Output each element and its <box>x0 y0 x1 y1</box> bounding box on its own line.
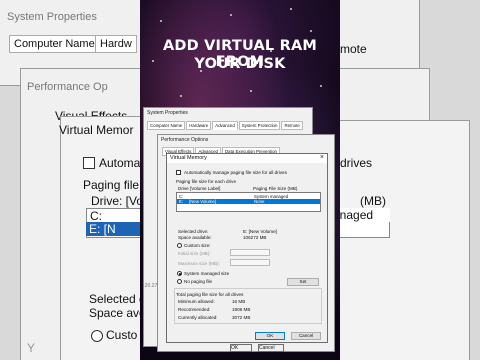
auto-manage-label: Automatically manage paging file size fo… <box>184 170 287 175</box>
vm-title-bar: Virtual Memory × <box>167 154 327 163</box>
ok-button[interactable]: OK <box>255 332 285 340</box>
cancel-button[interactable]: Cancel <box>291 332 321 340</box>
column-drive-header: Drive [Volume Label] <box>178 186 221 191</box>
currently-allocated-value: 3072 MB <box>232 315 251 320</box>
tab-computer-name[interactable]: Computer Name <box>147 121 186 130</box>
zoom-virtual-memory-window: Virtual Memor <box>59 116 140 360</box>
star <box>250 90 252 92</box>
zoom-drive-c[interactable]: C: <box>90 209 102 223</box>
minimum-allowed-label: Minimum allowed: <box>178 299 215 304</box>
selected-drive-value: E: [New Volume] <box>243 229 277 234</box>
system-properties-title: System Properties <box>147 110 188 116</box>
zoom-auto-manage-checkbox[interactable] <box>83 157 95 169</box>
space-available-label: Space available: <box>178 235 212 240</box>
zoom-custom-radio[interactable] <box>91 330 103 342</box>
zoom-right-selected-row[interactable]: managed <box>340 208 390 222</box>
tab-system-protection[interactable]: System Protection <box>238 121 281 130</box>
drive-list[interactable]: C: System managed E: [New Volume] None <box>176 192 321 212</box>
zoom-drives-text: drives <box>340 156 373 170</box>
paging-file-header: Paging file size for each drive <box>176 179 237 184</box>
zoom-tab-computer-name[interactable]: Computer Name <box>9 35 100 53</box>
space-available-value: 106272 MB <box>243 235 267 240</box>
behind-ok-button[interactable]: OK <box>230 344 252 352</box>
initial-size-input[interactable] <box>230 249 270 256</box>
zoom-tab-hardware[interactable]: Hardw <box>95 35 137 53</box>
star <box>160 20 162 22</box>
recommended-label: Recommended: <box>178 307 211 312</box>
maximum-size-input[interactable] <box>230 259 270 266</box>
vm-title: Virtual Memory <box>170 155 207 161</box>
drive-row-e[interactable]: E: [New Volume] None <box>177 199 320 204</box>
currently-allocated-label: Currently allocated: <box>178 315 218 320</box>
auto-manage-checkbox[interactable] <box>176 170 181 175</box>
caption-line-2: YOUR DISK <box>194 56 286 72</box>
system-managed-label: System managed size <box>184 271 230 276</box>
initial-size-label: Initial size (MB): <box>178 251 211 256</box>
maximum-size-label: Maximum size (MB): <box>178 261 220 266</box>
system-managed-radio[interactable] <box>177 271 182 276</box>
total-paging-header: Total paging file size for all drives <box>176 292 244 297</box>
zoom-selected-drive: Selected d <box>89 292 140 306</box>
system-properties-tabs: Computer Name Hardware Advanced System P… <box>147 121 303 130</box>
drive-e-label: [New Volume] <box>189 199 217 204</box>
star <box>290 8 292 10</box>
zoom-window-title: System Properties <box>7 11 97 23</box>
drive-e-size: None <box>254 199 265 204</box>
zoom-custom-label: Custo <box>106 328 138 342</box>
zoom-remote-tab[interactable]: mote <box>340 42 367 56</box>
set-button[interactable]: Set <box>287 278 319 286</box>
virtual-memory-dialog: Virtual Memory × Automatically manage pa… <box>166 153 328 343</box>
zoom-auto-manage-label: Automa <box>99 156 140 170</box>
zoom-drive-e-row[interactable]: E: [N <box>86 222 140 236</box>
behind-small-text: 120.27 <box>142 283 158 289</box>
tab-hardware[interactable]: Hardware <box>186 121 212 130</box>
drive-e-letter: E: <box>179 199 184 204</box>
star <box>230 14 232 16</box>
zoom-drive-header: Drive: [Vo <box>91 194 140 208</box>
minimum-allowed-value: 16 MB <box>232 299 246 304</box>
zoom-mb-text: (MB) <box>360 194 386 208</box>
no-paging-file-radio[interactable] <box>177 279 182 284</box>
zoom-space-available: Space ave <box>89 306 140 320</box>
selected-drive-label: Selected drive: <box>178 229 209 234</box>
close-icon[interactable]: × <box>320 154 324 161</box>
tab-remote[interactable]: Remote <box>281 121 303 130</box>
recommended-value: 1908 MB <box>232 307 251 312</box>
column-size-header: Paging File Size (MB) <box>253 186 298 191</box>
zoomed-background-right: mote drives (MB) managed <box>340 0 480 360</box>
performance-options-title: Performance Options <box>161 137 209 143</box>
zoom-paging-file-label: Paging file <box>83 178 140 192</box>
tab-advanced[interactable]: Advanced <box>212 121 238 130</box>
star <box>310 30 312 32</box>
custom-size-label: Custom size: <box>184 243 211 248</box>
zoom-perf-title: Performance Op <box>27 81 108 93</box>
behind-cancel-button[interactable]: Cancel <box>258 344 284 352</box>
star <box>180 95 182 97</box>
star <box>320 85 322 87</box>
zoomed-background-left: System Properties Computer Name Hardw Pe… <box>0 0 140 360</box>
zoom-vm-title: Virtual Memor <box>59 123 134 137</box>
custom-size-radio[interactable] <box>177 243 182 248</box>
zoom-extra-text: Y <box>27 341 36 355</box>
no-paging-file-label: No paging file <box>184 279 213 284</box>
